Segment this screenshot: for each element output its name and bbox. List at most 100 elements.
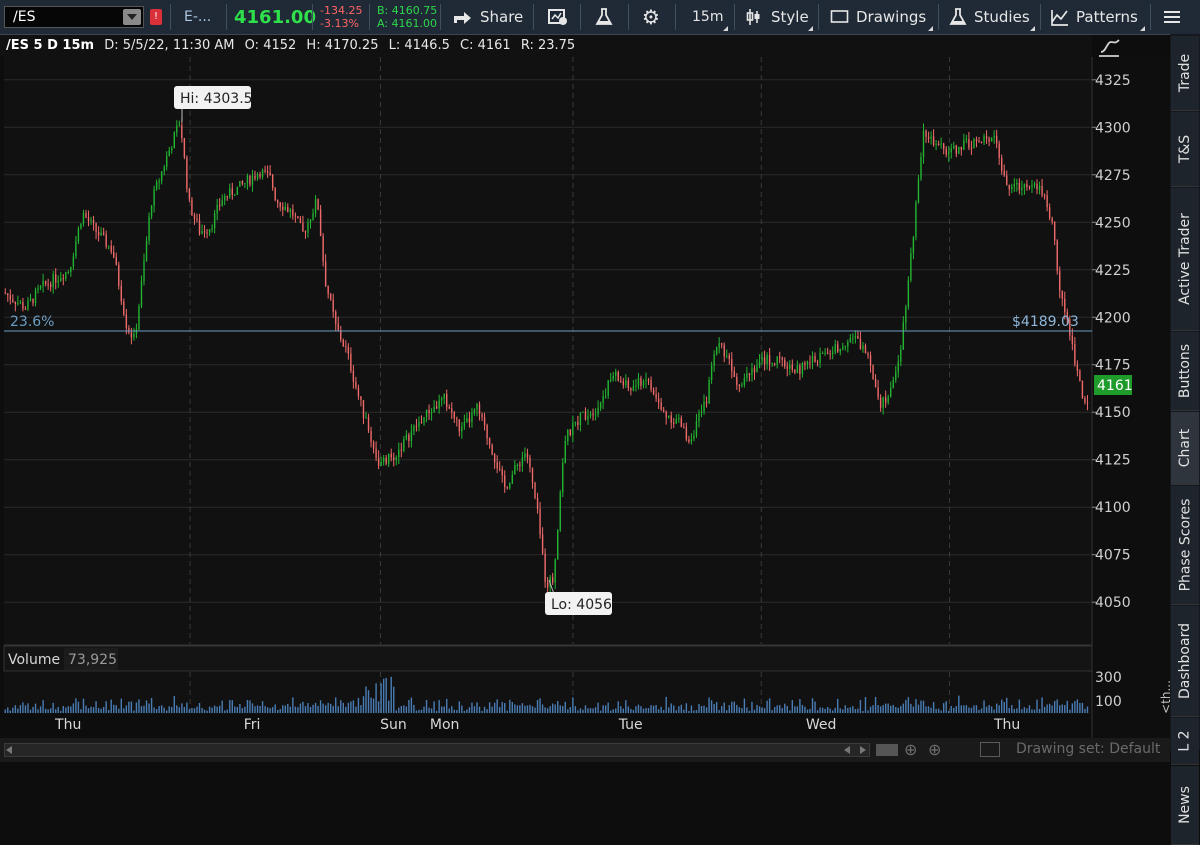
- side-tab-chart[interactable]: Chart: [1171, 412, 1199, 485]
- candle-body: [17, 302, 19, 305]
- candle-body: [299, 218, 302, 223]
- candle-body: [698, 413, 700, 422]
- side-tab-l-2[interactable]: L 2: [1171, 718, 1199, 765]
- volume-bar: [516, 705, 519, 713]
- candle-body: [587, 416, 589, 420]
- candle-body: [279, 202, 281, 207]
- volume-bar: [496, 699, 498, 713]
- candle-body: [198, 219, 201, 234]
- candle-body: [1056, 240, 1058, 271]
- chart-scrollbar[interactable]: ⊕ ⊕ Drawing set: Default: [0, 738, 1170, 762]
- volume-bar: [347, 702, 350, 713]
- volume-bar: [97, 707, 100, 713]
- volume-bar: [756, 704, 758, 713]
- volume-bar: [77, 701, 80, 713]
- candle-body: [443, 394, 445, 399]
- candle-body: [266, 171, 269, 173]
- volume-bar: [872, 705, 874, 713]
- volume-bar: [665, 696, 667, 713]
- candle-body: [44, 280, 47, 285]
- candle-body: [834, 344, 836, 353]
- volume-bar: [536, 699, 539, 713]
- candle-body: [829, 353, 831, 355]
- crosshair-icon[interactable]: ⊕: [904, 740, 917, 759]
- candle-body: [274, 188, 276, 201]
- scroll-right-icon[interactable]: [860, 746, 866, 754]
- candle-body: [42, 280, 44, 287]
- volume-bar: [741, 708, 743, 713]
- volume-bar: [451, 706, 453, 713]
- candle-body: [920, 157, 922, 179]
- volume-bar: [221, 700, 223, 713]
- side-tab-active-trader[interactable]: Active Trader: [1171, 188, 1199, 331]
- volume-bar: [912, 706, 915, 713]
- candle-body: [1033, 183, 1036, 186]
- candle-body: [309, 219, 312, 223]
- candle-body: [988, 138, 990, 142]
- volume-bar: [57, 707, 59, 713]
- volume-bar: [799, 698, 801, 713]
- volume-bar: [632, 710, 635, 713]
- side-tab-trade[interactable]: Trade: [1171, 36, 1199, 111]
- volume-bar: [385, 677, 387, 713]
- current-price-label: 4161: [1097, 378, 1133, 394]
- candle-body: [319, 209, 322, 237]
- scroll-left-icon[interactable]: [6, 746, 12, 754]
- scroll-left-icon[interactable]: [844, 746, 850, 754]
- candle-body: [163, 166, 165, 172]
- candle-body: [312, 213, 314, 220]
- side-tab-buttons[interactable]: Buttons: [1171, 332, 1199, 411]
- candle-body: [592, 413, 594, 416]
- volume-bar: [715, 702, 718, 713]
- side-tab-dashboard[interactable]: Dashboard: [1171, 606, 1199, 717]
- volume-bar: [521, 703, 524, 713]
- candle-body: [584, 411, 587, 420]
- volume-bar: [771, 710, 773, 713]
- candle-body: [930, 136, 932, 139]
- volume-bar: [211, 707, 213, 713]
- volume-bar: [201, 708, 203, 713]
- expand-handle-icon[interactable]: [876, 744, 898, 756]
- candle-body: [998, 143, 1000, 158]
- collapse-panel-icon[interactable]: <th...: [1159, 680, 1173, 714]
- candle-body: [579, 412, 582, 426]
- volume-bar: [652, 705, 655, 713]
- candle-body: [102, 232, 105, 235]
- volume-bar: [796, 706, 799, 713]
- candle-body: [816, 362, 819, 364]
- candle-body: [630, 388, 632, 391]
- side-tab-news[interactable]: News: [1171, 766, 1199, 845]
- scroll-track[interactable]: [4, 743, 870, 757]
- candle-body: [211, 228, 213, 230]
- candle-body: [62, 278, 64, 280]
- chart-style-icon[interactable]: [1097, 36, 1123, 60]
- bar-date: D: 5/5/22, 11:30 AM: [104, 38, 235, 53]
- drawing-set-box-icon[interactable]: [980, 742, 1000, 757]
- candle-body: [574, 421, 577, 423]
- volume-bar: [277, 709, 279, 713]
- side-tab-phase-scores[interactable]: Phase Scores: [1171, 486, 1199, 605]
- volume-bar: [1053, 700, 1056, 713]
- volume-bar: [1079, 702, 1081, 713]
- side-tab-t-s[interactable]: T&S: [1171, 112, 1199, 187]
- candle-body: [254, 175, 256, 179]
- drawing-set-label[interactable]: Drawing set: Default: [1016, 741, 1160, 757]
- candle-body: [72, 256, 75, 267]
- volume-bar: [435, 710, 438, 713]
- volume-bar: [506, 710, 508, 713]
- price-chart[interactable]: 23.6% $4189.03 Hi: 4303.5 Lo: 4056 4161 …: [0, 0, 1170, 738]
- volume-bar: [1046, 704, 1048, 713]
- price-axis-bg: [1092, 57, 1170, 738]
- volume-bar: [120, 698, 122, 713]
- candle-body: [55, 274, 57, 283]
- candle-body: [284, 207, 286, 210]
- y-tick-label: 4275: [1095, 168, 1131, 184]
- candle-body: [736, 376, 738, 385]
- volume-bar: [917, 704, 920, 713]
- candle-body: [521, 457, 524, 466]
- volume-bar: [196, 706, 198, 713]
- candle-body: [912, 237, 915, 254]
- volume-bar: [468, 707, 471, 713]
- volume-bar: [60, 710, 62, 713]
- zoom-icon[interactable]: ⊕: [928, 740, 941, 759]
